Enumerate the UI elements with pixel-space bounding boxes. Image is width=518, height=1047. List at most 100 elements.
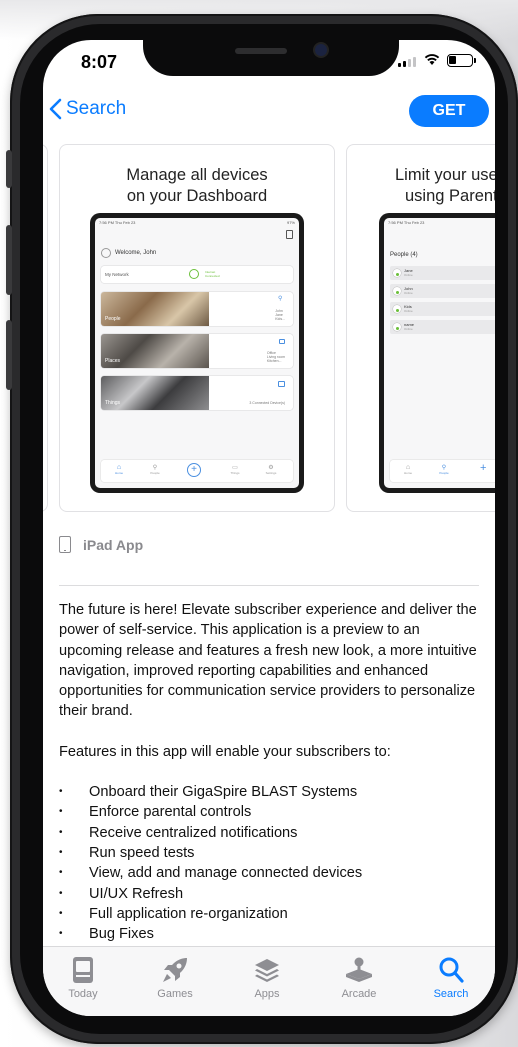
person-status: Online — [404, 327, 413, 331]
mockup-tab-home: ⌂ Home — [109, 464, 129, 475]
mockup-tab-people-label: People — [150, 471, 160, 475]
feature-item: Onboard their GigaSpire BLAST Systems — [59, 782, 483, 803]
phone-screen: 8:07 Search GET Manage all devices on yo… — [43, 40, 495, 1016]
description-paragraph-1: The future is here! Elevate subscriber e… — [59, 602, 477, 720]
mockup2-status: 7:56 PM Thu Feb 23 — [388, 220, 425, 225]
caption2-line-2: using Parent — [405, 187, 495, 205]
speaker-grille — [235, 48, 287, 54]
mockup-battery: 97% — [286, 220, 295, 225]
mockup2-tab-home-label: Home — [403, 471, 412, 475]
mockup-tab-things-label: Things — [230, 471, 240, 475]
mockup2-tab-people-label: People — [439, 471, 449, 475]
people-tile-note: John Jane Kids... — [275, 309, 285, 321]
feature-item: Run speed tests — [59, 843, 483, 864]
search-icon — [439, 957, 464, 983]
today-icon — [73, 957, 93, 983]
screenshot-card-previous[interactable] — [43, 144, 48, 512]
things-tile-label: Things — [105, 400, 121, 406]
ipad-app-indicator: iPad App — [59, 536, 143, 553]
mockup-network-status: Internet Connected — [205, 270, 220, 278]
ipad-mockup-2: 7:56 PM Thu Feb 23 People (4) Jane Online… — [379, 213, 495, 493]
joystick-icon — [346, 957, 372, 982]
tab-arcade[interactable]: Arcade — [319, 955, 399, 1000]
chevron-left-icon — [49, 98, 62, 120]
feature-list: Onboard their GigaSpire BLAST Systems En… — [59, 782, 483, 945]
things-tile-note: 3 Connected Device(s) — [249, 401, 285, 405]
feature-item: Full application re-organization — [59, 904, 483, 925]
tab-search-label: Search — [433, 988, 469, 1000]
tab-search[interactable]: Search — [411, 955, 491, 1000]
mockup2-tab-home: ⌂ Home — [398, 464, 418, 475]
status-time: 8:07 — [81, 52, 118, 72]
feature-item: Enforce parental controls — [59, 802, 483, 823]
mockup-add-icon: + — [187, 463, 201, 477]
volume-down-button — [6, 320, 12, 390]
mockup-welcome: Welcome, John — [115, 250, 157, 256]
mockup2-people-header: People (4) — [390, 252, 418, 258]
app-store-tabbar: Today Games Apps Arcade Search — [43, 946, 495, 1016]
mockup2-tab-people: ⚲ People — [434, 464, 454, 475]
screenshot-card-parental[interactable]: Limit your use using Parent 7:56 PM Thu … — [346, 144, 495, 512]
feature-item: Bug Fixes — [59, 924, 483, 945]
mockup-people-tile: People ⚲ John Jane Kids... — [101, 292, 293, 326]
mute-switch — [6, 150, 12, 188]
mockup-network-label: My Network — [105, 272, 129, 277]
places-tile-icon — [279, 339, 285, 344]
tab-apps[interactable]: Apps — [227, 955, 307, 1000]
cellular-signal-icon — [398, 57, 416, 67]
mockup-tab-settings-label: Settings — [265, 471, 277, 475]
mockup-avatar — [101, 248, 111, 258]
tab-today-label: Today — [68, 988, 98, 1000]
battery-icon — [447, 54, 476, 67]
tab-games[interactable]: Games — [135, 955, 215, 1000]
person-status: Online — [404, 309, 413, 313]
person-status: Online — [404, 273, 413, 277]
mockup-tabbar: ⌂ Home ⚲ People + ▭ Things ⚙ Settings — [101, 460, 293, 482]
feature-item: Receive centralized notifications — [59, 823, 483, 844]
tab-games-label: Games — [157, 988, 193, 1000]
app-description: The future is here! Elevate subscriber e… — [59, 600, 483, 945]
mockup-status: 7:56 PM Thu Feb 23 — [99, 220, 136, 225]
ipad-mockup: 7:56 PM Thu Feb 23 97% Welcome, John My … — [90, 213, 304, 493]
feature-item: UI/UX Refresh — [59, 884, 483, 905]
mockup2-person-row: Kids Online — [390, 302, 495, 316]
caption-line-2: on your Dashboard — [126, 187, 268, 205]
ipad-mockup-screen: 7:56 PM Thu Feb 23 97% Welcome, John My … — [95, 218, 299, 488]
volume-up-button — [6, 225, 12, 295]
ipad-icon — [59, 536, 71, 553]
mockup-tab-things: ▭ Things — [225, 464, 245, 475]
front-camera — [315, 44, 327, 56]
get-button[interactable]: GET — [409, 95, 489, 127]
ipad-mockup-2-screen: 7:56 PM Thu Feb 23 People (4) Jane Online… — [384, 218, 495, 488]
tab-today[interactable]: Today — [43, 955, 123, 1000]
mockup-places-tile: Places Office Living room Kitchen... — [101, 334, 293, 368]
mockup-tab-home-label: Home — [114, 471, 123, 475]
mockup2-person-row: John Online — [390, 284, 495, 298]
description-paragraph-2: Features in this app will enable your su… — [59, 743, 391, 760]
caption-line-1: Manage all devices — [126, 166, 268, 184]
tab-arcade-label: Arcade — [341, 988, 377, 1000]
mockup-bell-icon — [286, 230, 293, 239]
wifi-icon — [424, 54, 440, 65]
people-note-3: Kids... — [275, 317, 285, 321]
back-button[interactable]: Search — [49, 98, 126, 120]
screenshot-card-dashboard[interactable]: Manage all devices on your Dashboard 7:5… — [59, 144, 335, 512]
back-label: Search — [66, 98, 127, 119]
caption2-line-1: Limit your use — [395, 166, 495, 184]
places-note-3: Kitchen... — [266, 359, 282, 363]
things-tile-icon — [278, 381, 285, 387]
mockup-network-tile: My Network Internet Connected — [101, 266, 293, 283]
notch — [143, 40, 399, 76]
people-tile-icon: ⚲ — [278, 296, 283, 302]
mockup-tab-settings: ⚙ Settings — [261, 464, 281, 475]
person-status: Online — [404, 291, 413, 295]
mockup2-person-row: name Online — [390, 320, 495, 334]
mockup2-tabbar: ⌂ Home ⚲ People + — [390, 460, 495, 482]
places-tile-label: Places — [105, 358, 121, 364]
layers-icon — [255, 959, 279, 982]
people-tile-label: People — [105, 316, 121, 322]
rocket-icon — [163, 958, 187, 982]
mockup2-person-row: Jane Online — [390, 266, 495, 280]
mockup-tab-people: ⚲ People — [145, 464, 165, 475]
mockup2-add-icon: + — [480, 462, 487, 474]
